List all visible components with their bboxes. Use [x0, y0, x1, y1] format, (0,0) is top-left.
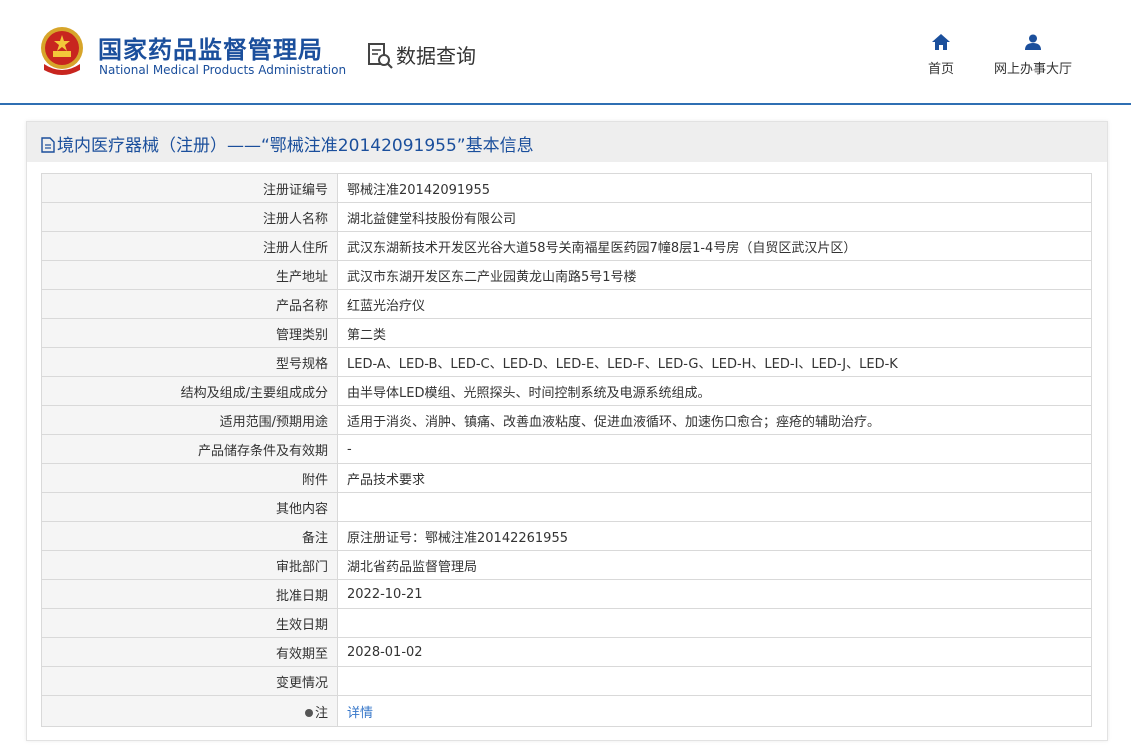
table-row: 产品名称 红蓝光治疗仪 [41, 289, 1092, 319]
info-table: 注册证编号 鄂械注准20142091955 注册人名称 湖北益健堂科技股份有限公司 … [41, 173, 1092, 727]
table-row: 有效期至 2028-01-02 [41, 637, 1092, 667]
field-label: 附件 [41, 463, 338, 493]
table-row: 审批部门 湖北省药品监督管理局 [41, 550, 1092, 580]
field-value: 武汉东湖新技术开发区光谷大道58号关南福星医药园7幢8层1-4号房（自贸区武汉片… [337, 231, 1092, 261]
field-label: 产品名称 [41, 289, 338, 319]
table-row: 备注 原注册证号：鄂械注准20142261955 [41, 521, 1092, 551]
table-row: 生效日期 [41, 608, 1092, 638]
table-row: 注册证编号 鄂械注准20142091955 [41, 173, 1092, 203]
field-label: 备注 [41, 521, 338, 551]
field-label: 批准日期 [41, 579, 338, 609]
national-emblem-icon [41, 27, 83, 75]
table-row: 注册人名称 湖北益健堂科技股份有限公司 [41, 202, 1092, 232]
panel-header: 境内医疗器械（注册）——“鄂械注准20142091955”基本信息 [27, 122, 1107, 162]
nav-home-label: 首页 [927, 62, 954, 77]
field-label: 产品储存条件及有效期 [41, 434, 338, 464]
field-label: 变更情况 [41, 666, 338, 696]
table-row: 型号规格 LED-A、LED-B、LED-C、LED-D、LED-E、LED-F、… [41, 347, 1092, 377]
field-value: 武汉市东湖开发区东二产业园黄龙山南路5号1号楼 [337, 260, 1092, 290]
panel-title: 境内医疗器械（注册）——“鄂械注准20142091955”基本信息 [41, 131, 534, 156]
field-label: 注册证编号 [41, 173, 338, 203]
field-value: 湖北益健堂科技股份有限公司 [337, 202, 1092, 232]
table-row: 批准日期 2022-10-21 [41, 579, 1092, 609]
table-row: 管理类别 第二类 [41, 318, 1092, 348]
table-row: 其他内容 [41, 492, 1092, 522]
field-value: 鄂械注准20142091955 [337, 173, 1092, 203]
panel-title-text: 境内医疗器械（注册）——“鄂械注准20142091955”基本信息 [57, 136, 534, 156]
field-label: 生产地址 [41, 260, 338, 290]
field-label: 结构及组成/主要组成成分 [41, 376, 338, 406]
field-value: - [337, 434, 1092, 464]
field-label: 适用范围/预期用途 [41, 405, 338, 435]
table-row: 适用范围/预期用途 适用于消炎、消肿、镇痛、改善血液粘度、促进血液循环、加速伤口愈… [41, 405, 1092, 435]
field-label: 注册人住所 [41, 231, 338, 261]
field-value: 红蓝光治疗仪 [337, 289, 1092, 319]
table-row-note: 注 详情 [41, 695, 1092, 727]
table-row: 注册人住所 武汉东湖新技术开发区光谷大道58号关南福星医药园7幢8层1-4号房（自… [41, 231, 1092, 261]
bulb-icon [304, 708, 313, 717]
header-divider [0, 103, 1131, 105]
table-row: 结构及组成/主要组成成分 由半导体LED模组、光照探头、时间控制系统及电源系统组成… [41, 376, 1092, 406]
field-value: 由半导体LED模组、光照探头、时间控制系统及电源系统组成。 [337, 376, 1092, 406]
details-link[interactable]: 详情 [347, 706, 373, 721]
field-label: 管理类别 [41, 318, 338, 348]
brand-title: 国家药品监督管理局 [98, 36, 323, 64]
field-value [337, 608, 1092, 638]
note-label: 注 [41, 695, 338, 727]
field-value: 2022-10-21 [337, 579, 1092, 609]
nav-home[interactable]: 首页 [919, 34, 963, 77]
field-value: LED-A、LED-B、LED-C、LED-D、LED-E、LED-F、LED-… [337, 347, 1092, 377]
table-row: 变更情况 [41, 666, 1092, 696]
field-value: 原注册证号：鄂械注准20142261955 [337, 521, 1092, 551]
site-header: 国家药品监督管理局 National Medical Products Admi… [0, 0, 1131, 104]
field-label: 审批部门 [41, 550, 338, 580]
detail-panel: 境内医疗器械（注册）——“鄂械注准20142091955”基本信息 注册证编号鄂… [26, 121, 1108, 741]
field-value: 适用于消炎、消肿、镇痛、改善血液粘度、促进血液循环、加速伤口愈合；痤疮的辅助治疗… [337, 405, 1092, 435]
brand-subtitle: National Medical Products Administration [99, 63, 347, 77]
field-value: 产品技术要求 [337, 463, 1092, 493]
field-value [337, 666, 1092, 696]
table-row: 生产地址 武汉市东湖开发区东二产业园黄龙山南路5号1号楼 [41, 260, 1092, 290]
user-icon [1025, 34, 1041, 50]
data-query-icon [368, 43, 393, 69]
home-icon [932, 34, 950, 50]
nav-online-service[interactable]: 网上办事大厅 [990, 34, 1076, 77]
table-row: 产品储存条件及有效期 - [41, 434, 1092, 464]
field-label: 其他内容 [41, 492, 338, 522]
field-label: 有效期至 [41, 637, 338, 667]
table-row: 附件 产品技术要求 [41, 463, 1092, 493]
field-value: 2028-01-02 [337, 637, 1092, 667]
field-value: 湖北省药品监督管理局 [337, 550, 1092, 580]
nav-online-service-label: 网上办事大厅 [993, 62, 1072, 77]
field-label: 注册人名称 [41, 202, 338, 232]
note-value: 详情 [337, 695, 1092, 727]
field-label: 型号规格 [41, 347, 338, 377]
field-label: 生效日期 [41, 608, 338, 638]
field-value [337, 492, 1092, 522]
section-title: 数据查询 [396, 44, 476, 68]
field-value: 第二类 [337, 318, 1092, 348]
note-label-text: 注 [314, 705, 328, 721]
document-icon [41, 137, 55, 153]
